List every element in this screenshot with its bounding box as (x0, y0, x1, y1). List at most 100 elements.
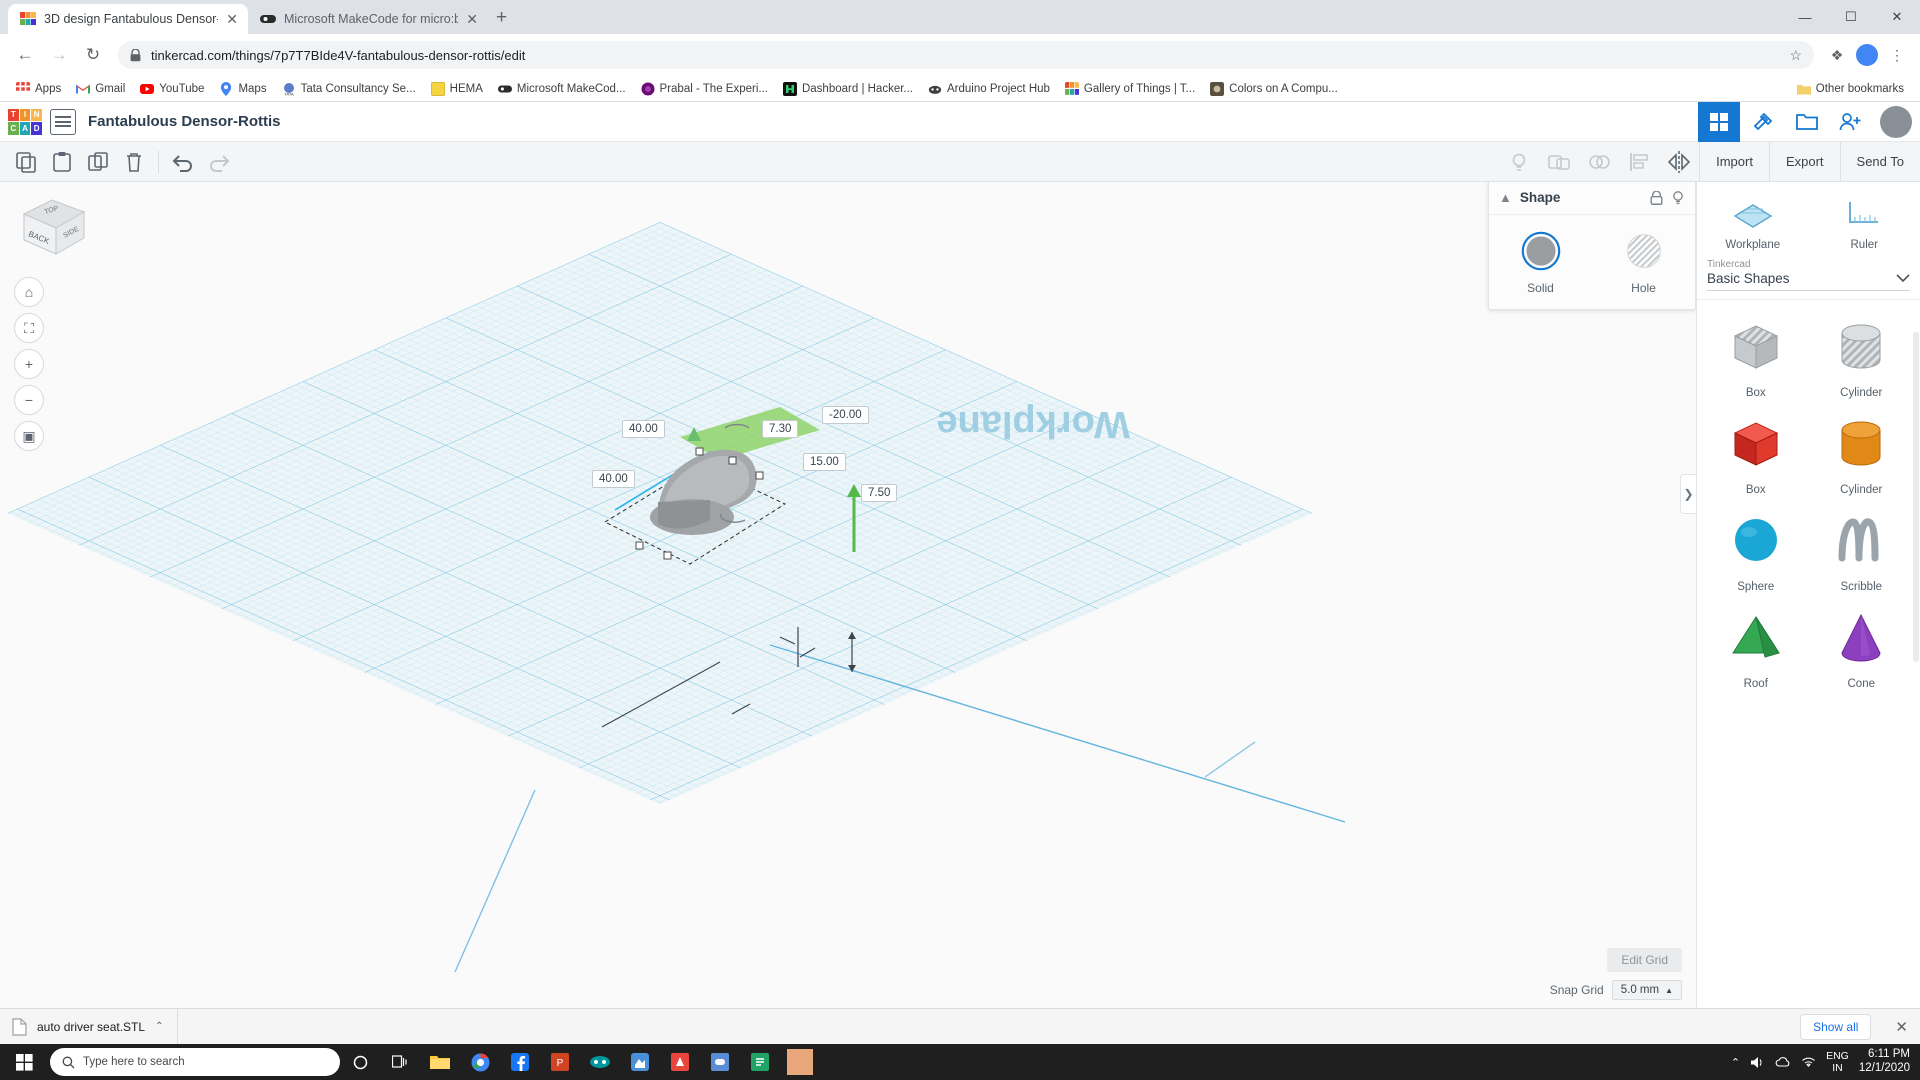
bookmark-apps[interactable]: Apps (10, 80, 67, 98)
home-view-icon[interactable]: ⌂ (14, 277, 44, 307)
workspace-canvas[interactable]: Workplane 40.00 40.00 7.30 -20.00 15.00 … (0, 182, 1920, 1008)
chrome-icon[interactable] (460, 1044, 500, 1080)
undo-icon[interactable] (165, 147, 201, 177)
active-window-icon[interactable] (780, 1044, 820, 1080)
duplicate-icon[interactable] (80, 147, 116, 177)
tab-close-icon[interactable]: ✕ (466, 12, 478, 26)
bookmark-youtube[interactable]: YouTube (134, 80, 210, 98)
shape-item-cylinder-orange[interactable]: Cylinder (1809, 409, 1915, 500)
address-bar[interactable]: tinkercad.com/things/7p7T7BIde4V-fantabu… (118, 41, 1814, 69)
measure-length-top[interactable]: 40.00 (622, 420, 665, 438)
mirror-icon[interactable] (1659, 147, 1699, 177)
snap-grid-select[interactable]: 5.0 mm ▲ (1611, 980, 1682, 1000)
bookmark-gallery-of-things[interactable]: Gallery of Things | T... (1059, 80, 1201, 98)
send-to-button[interactable]: Send To (1839, 141, 1920, 182)
windows-start-icon[interactable] (0, 1044, 48, 1080)
chevron-up-icon[interactable]: ▲ (1499, 190, 1512, 205)
panel-collapse-button[interactable]: ❯ (1680, 474, 1696, 514)
measure-offset[interactable]: -20.00 (822, 406, 869, 424)
window-minimize-button[interactable]: — (1782, 10, 1828, 25)
back-button[interactable]: ← (10, 40, 40, 70)
measure-height[interactable]: 15.00 (803, 453, 846, 471)
view-cube[interactable]: TOP BACK SIDE (14, 192, 94, 262)
header-folder-button[interactable] (1786, 102, 1828, 142)
light-bulb-icon[interactable] (1671, 190, 1685, 205)
workplane-tool[interactable]: Workplane (1697, 194, 1809, 251)
gallery-menu-button[interactable] (50, 108, 76, 135)
ruler-tool[interactable]: Ruler (1809, 194, 1920, 251)
window-maximize-button[interactable]: ☐ (1828, 9, 1874, 25)
other-bookmarks-folder[interactable]: Other bookmarks (1791, 80, 1910, 98)
cortana-icon[interactable] (340, 1044, 380, 1080)
sketch-icon[interactable] (660, 1044, 700, 1080)
volume-icon[interactable] (1750, 1056, 1765, 1069)
bookmark-hackster[interactable]: Dashboard | Hacker... (777, 80, 919, 98)
arduino-icon[interactable] (580, 1044, 620, 1080)
address-bar-url[interactable]: tinkercad.com/things/7p7T7BIde4V-fantabu… (151, 48, 1779, 63)
ortho-view-icon[interactable]: ▣ (14, 421, 44, 451)
shape-option-solid[interactable]: Solid (1502, 231, 1580, 295)
copy-icon[interactable] (8, 147, 44, 177)
forward-button[interactable]: → (44, 40, 74, 70)
shape-option-hole[interactable]: Hole (1605, 231, 1683, 295)
shape-item-box-red[interactable]: Box (1703, 409, 1809, 500)
extensions-icon[interactable]: ❖ (1824, 42, 1850, 68)
bookmark-makecode[interactable]: Microsoft MakeCod... (492, 80, 632, 98)
measure-depth[interactable]: 7.30 (762, 420, 799, 438)
bookmark-star-icon[interactable]: ☆ (1789, 47, 1802, 64)
language-indicator[interactable]: ENG IN (1826, 1050, 1849, 1074)
new-tab-button[interactable]: + (496, 7, 507, 29)
show-all-downloads-button[interactable]: Show all (1800, 1013, 1872, 1040)
bookmark-hema[interactable]: HEMA (425, 80, 489, 98)
library-scrollbar[interactable] (1913, 332, 1919, 662)
taskbar-search-box[interactable]: Type here to search (50, 1048, 340, 1076)
app-icon[interactable] (620, 1044, 660, 1080)
bookmark-arduino[interactable]: Arduino Project Hub (922, 80, 1056, 98)
collection-dropdown[interactable]: Basic Shapes (1707, 271, 1910, 291)
bookmark-prabal[interactable]: Prabal - The Experi... (635, 80, 774, 98)
shape-item-roof[interactable]: Roof (1703, 603, 1809, 694)
fit-view-icon[interactable]: ⛶ (14, 313, 44, 343)
header-blocks-button[interactable] (1698, 101, 1740, 142)
task-view-icon[interactable] (380, 1044, 420, 1080)
library-collection-select[interactable]: Tinkercad Basic Shapes (1697, 259, 1920, 299)
window-close-button[interactable]: ✕ (1874, 9, 1920, 25)
zoom-out-icon[interactable]: − (14, 385, 44, 415)
import-button[interactable]: Import (1699, 141, 1769, 182)
lock-icon[interactable] (1650, 190, 1663, 205)
bookmark-maps[interactable]: Maps (213, 80, 272, 98)
bookmark-tata[interactable]: TATA Tata Consultancy Se... (276, 80, 422, 98)
header-invite-button[interactable] (1830, 102, 1872, 142)
download-item[interactable]: auto driver seat.STL ⌃ (12, 1008, 179, 1045)
tinkercad-logo[interactable]: T I N C A D (8, 108, 42, 135)
shape-item-cone[interactable]: Cone (1809, 603, 1915, 694)
tray-chevron-icon[interactable]: ⌃ (1731, 1056, 1740, 1069)
taskbar-clock[interactable]: 6:11 PM 12/1/2020 (1859, 1048, 1910, 1076)
bookmark-colors[interactable]: Colors on A Compu... (1204, 80, 1344, 98)
browser-tab-0[interactable]: 3D design Fantabulous Densor-R ✕ (8, 4, 248, 34)
network-icon[interactable] (1801, 1056, 1816, 1068)
delete-icon[interactable] (116, 147, 152, 177)
reload-button[interactable]: ↻ (78, 40, 108, 70)
makecode-icon[interactable] (700, 1044, 740, 1080)
tab-close-icon[interactable]: ✕ (226, 12, 238, 26)
edit-grid-button[interactable]: Edit Grid (1607, 948, 1682, 972)
chevron-up-icon[interactable]: ⌃ (155, 1021, 163, 1032)
profile-avatar[interactable] (1854, 42, 1880, 68)
user-avatar[interactable] (1880, 105, 1912, 138)
cloud-icon[interactable] (1775, 1056, 1791, 1068)
header-hammer-button[interactable] (1742, 102, 1784, 142)
bookmark-gmail[interactable]: Gmail (70, 80, 131, 98)
measure-length-left[interactable]: 40.00 (592, 470, 635, 488)
close-download-bar-icon[interactable]: ✕ (1895, 1018, 1908, 1036)
calc-icon[interactable] (740, 1044, 780, 1080)
export-button[interactable]: Export (1768, 141, 1840, 182)
powerpoint-icon[interactable]: P (540, 1044, 580, 1080)
shape-item-box-grey[interactable]: Box (1703, 312, 1809, 403)
shape-item-scribble[interactable]: Scribble (1809, 506, 1915, 597)
file-explorer-icon[interactable] (420, 1044, 460, 1080)
shape-item-sphere[interactable]: Sphere (1703, 506, 1809, 597)
zoom-in-icon[interactable]: + (14, 349, 44, 379)
measure-base-height[interactable]: 7.50 (861, 484, 898, 502)
shape-item-cylinder-grey[interactable]: Cylinder (1809, 312, 1915, 403)
